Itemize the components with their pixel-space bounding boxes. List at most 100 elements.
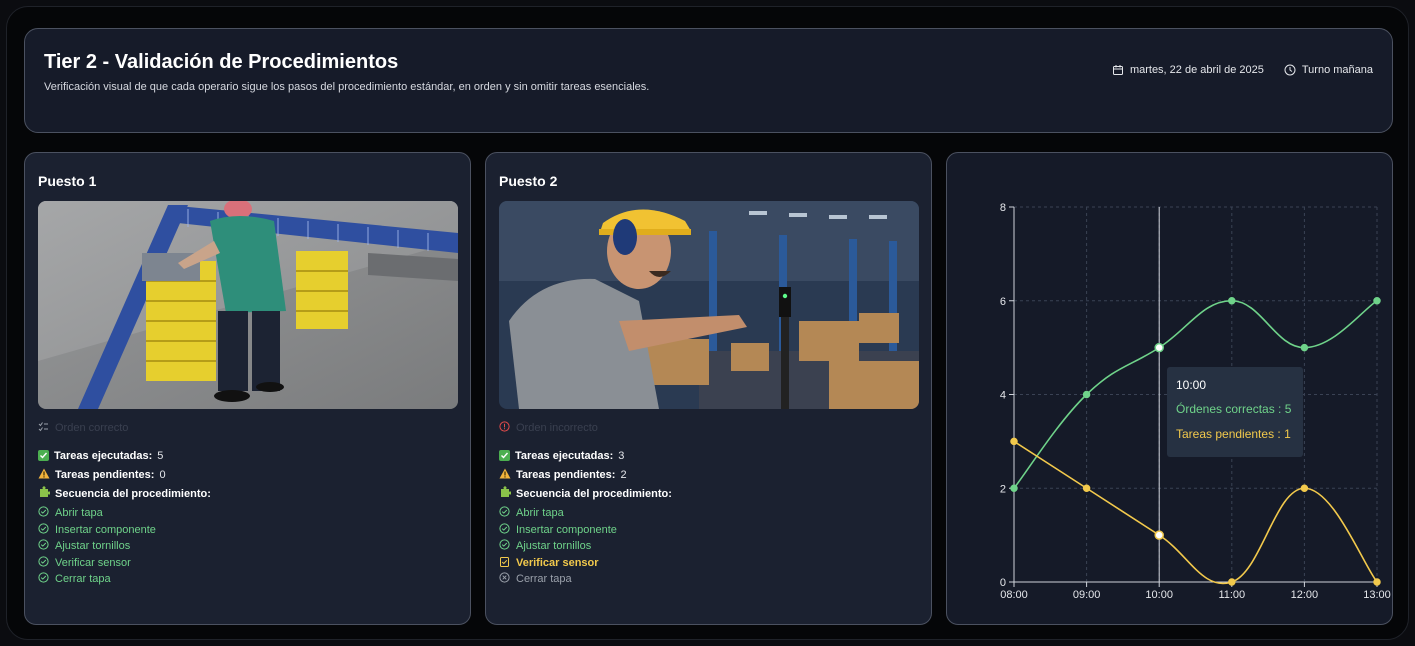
y-tick-label: 8 <box>1000 202 1006 214</box>
series-point-2 <box>1373 578 1381 586</box>
check-circle-icon <box>38 572 49 586</box>
tooltip-line-2: Tareas pendientes : 1 <box>1176 427 1291 441</box>
check-box-icon <box>38 450 49 461</box>
series-point-2 <box>1010 437 1018 446</box>
check-circle-icon <box>38 539 49 553</box>
series-point-1 <box>1082 390 1091 399</box>
step-label: Verificar sensor <box>55 556 131 569</box>
step-label: Abrir tapa <box>55 507 103 520</box>
sequence-label: Secuencia del procedimiento: <box>55 487 211 500</box>
page-header: Tier 2 - Validación de Procedimientos Ve… <box>24 28 1393 133</box>
pending-value: 0 <box>159 468 166 481</box>
check-circle-icon <box>499 506 510 520</box>
x-tick-label: 13:00 <box>1363 589 1391 601</box>
step-label: Ajustar tornillos <box>55 540 131 553</box>
page-subtitle: Verificación visual de que cada operario… <box>44 81 650 93</box>
status-text: Orden correcto <box>55 422 129 434</box>
step-item: Insertar componente <box>38 522 458 539</box>
puzzle-icon <box>499 486 512 501</box>
step-item: Ajustar tornillos <box>499 538 919 555</box>
series-point-1 <box>1373 297 1381 305</box>
station-1-camera-image <box>38 201 458 409</box>
series-point-2 <box>1300 484 1309 492</box>
step-item: Cerrar tapa <box>38 571 458 588</box>
x-tick-label: 09:00 <box>1073 589 1101 601</box>
station-card-2: Puesto 2 Orden incorrecto Tareas ejecuta… <box>485 152 932 625</box>
step-item: Abrir tapa <box>38 505 458 522</box>
station-status: Orden correcto <box>38 421 128 435</box>
alert-circle-icon <box>499 421 510 435</box>
step-list: Abrir tapa Insertar componente Ajustar t… <box>499 505 919 588</box>
step-label: Insertar componente <box>55 523 156 536</box>
step-item: Verificar sensor <box>38 555 458 572</box>
step-label: Insertar componente <box>516 523 617 536</box>
step-label: Verificar sensor <box>516 556 599 569</box>
clock-icon <box>1284 64 1296 76</box>
x-tick-label: 08:00 <box>1000 589 1028 601</box>
executed-value: 5 <box>157 449 164 462</box>
y-tick-label: 0 <box>1000 577 1006 589</box>
chart-card: 0 2 4 6 8 08:00 09:00 10:00 11:00 12:00 13:00 10:0… <box>946 152 1393 625</box>
series-point-1 <box>1154 342 1164 353</box>
station-2-camera-image <box>499 201 919 409</box>
shift-text: Turno mañana <box>1301 64 1373 76</box>
x-circle-icon <box>499 572 510 586</box>
check-circle-icon <box>38 506 49 520</box>
series-point-1 <box>1010 484 1018 492</box>
series-point-2 <box>1228 578 1236 586</box>
pending-label: Tareas pendientes: <box>55 468 155 481</box>
check-circle-icon <box>38 556 49 570</box>
pending-row: Tareas pendientes: 0 <box>38 465 458 484</box>
executed-label: Tareas ejecutadas: <box>515 449 614 462</box>
calendar-icon <box>1112 64 1124 76</box>
series-point-2 <box>1154 530 1164 540</box>
station-title: Puesto 1 <box>38 173 97 189</box>
step-label: Abrir tapa <box>516 507 564 520</box>
series-point-1 <box>1300 343 1309 352</box>
check-circle-icon <box>499 523 510 537</box>
step-label: Ajustar tornillos <box>516 540 592 553</box>
station-title: Puesto 2 <box>499 173 558 189</box>
tooltip-line-1: Órdenes correctas : 5 <box>1176 402 1292 416</box>
status-text: Orden incorrecto <box>516 422 598 434</box>
station-info: Tareas ejecutadas: 5 Tareas pendientes: … <box>38 446 458 588</box>
sequence-row: Secuencia del procedimiento: <box>38 484 458 503</box>
executed-value: 3 <box>618 449 625 462</box>
station-info: Tareas ejecutadas: 3 Tareas pendientes: … <box>499 446 919 588</box>
date-text: martes, 22 de abril de 2025 <box>1129 64 1264 76</box>
step-item: Abrir tapa <box>499 505 919 522</box>
executed-row: Tareas ejecutadas: 3 <box>499 446 919 465</box>
step-label: Cerrar tapa <box>516 573 572 586</box>
y-tick-label: 6 <box>1000 296 1006 308</box>
step-item: Ajustar tornillos <box>38 538 458 555</box>
sequence-row: Secuencia del procedimiento: <box>499 484 919 503</box>
executed-label: Tareas ejecutadas: <box>54 449 153 462</box>
page-title: Tier 2 - Validación de Procedimientos <box>44 51 399 73</box>
clipboard-icon <box>499 556 510 570</box>
tooltip-time: 10:00 <box>1176 378 1207 392</box>
sequence-label: Secuencia del procedimiento: <box>516 487 672 500</box>
chart-tooltip: 10:00 Órdenes correctas : 5 Tareas pendi… <box>1167 367 1303 457</box>
step-item: Insertar componente <box>499 522 919 539</box>
check-circle-icon <box>499 539 510 553</box>
y-tick-label: 4 <box>1000 390 1006 402</box>
checklist-icon <box>38 421 49 435</box>
pending-value: 2 <box>620 468 627 481</box>
step-item-current: Verificar sensor <box>499 555 919 572</box>
executed-row: Tareas ejecutadas: 5 <box>38 446 458 465</box>
series-point-2 <box>1082 484 1091 492</box>
y-tick-label: 2 <box>1000 483 1006 495</box>
step-list: Abrir tapa Insertar componente Ajustar t… <box>38 505 458 588</box>
x-tick-label: 11:00 <box>1218 589 1245 601</box>
warning-icon <box>499 468 511 482</box>
x-tick-label: 10:00 <box>1145 589 1173 601</box>
check-circle-icon <box>38 523 49 537</box>
puzzle-icon <box>38 486 51 501</box>
warning-icon <box>38 468 50 482</box>
x-tick-label: 12:00 <box>1291 589 1319 601</box>
series-line-2 <box>1013 440 1378 585</box>
pending-label: Tareas pendientes: <box>516 468 616 481</box>
pending-row: Tareas pendientes: 2 <box>499 465 919 484</box>
header-meta: martes, 22 de abril de 2025 Turno mañana <box>1112 64 1373 76</box>
station-card-1: Puesto 1 Orden correcto Tareas ejecutada… <box>24 152 471 625</box>
